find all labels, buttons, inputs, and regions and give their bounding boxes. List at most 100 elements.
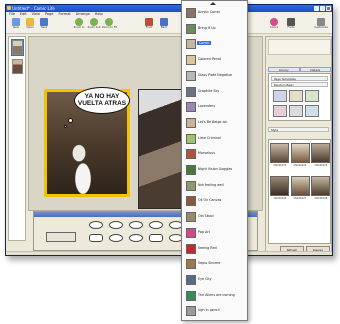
filter-preview-icon	[186, 70, 196, 81]
zoom-fit-label: Zoom to Fit	[102, 26, 117, 29]
filter-preview-icon	[186, 133, 196, 144]
new-label: New	[13, 26, 19, 29]
filter-menu-label: Glass Plate Negative	[198, 72, 233, 77]
template-dropdown[interactable]: Random Basic	[271, 82, 328, 87]
tab-details[interactable]: Details	[299, 67, 331, 72]
lettering-style[interactable]	[46, 232, 76, 242]
filter-menu-item[interactable]: Comic	[184, 38, 246, 55]
back-button[interactable]: Back	[157, 18, 171, 33]
filter-menu-label: Not feeling well	[198, 182, 224, 187]
template-swatch[interactable]	[273, 105, 287, 117]
new-button[interactable]: New	[9, 18, 23, 33]
template-swatch[interactable]	[305, 90, 319, 102]
title-bar[interactable]: Untitled* - Comic Life	[6, 5, 332, 12]
new-document-icon	[12, 18, 20, 26]
bubble-tail	[68, 118, 73, 123]
filter-menu-item[interactable]: Acrylic Comic	[184, 7, 246, 24]
filter-menu-label: Lavenders	[198, 104, 216, 109]
colors-button[interactable]: Colors	[267, 18, 281, 33]
zoom-out-label: Zoom Out	[87, 26, 101, 29]
filter-menu-item[interactable]: Lime Criminal	[184, 133, 246, 150]
zoom-out-button[interactable]: Zoom Out	[87, 18, 101, 33]
balloon-shape[interactable]	[109, 221, 123, 229]
back-label: Back	[160, 26, 168, 29]
filter-menu-item[interactable]: Sepia Sincere	[184, 258, 246, 275]
photo-thumbnail[interactable]	[270, 176, 289, 196]
filter-preview-icon	[186, 180, 196, 191]
filter-menu-item[interactable]: Night Vision Goggles	[184, 164, 246, 181]
filter-preview-icon	[186, 243, 196, 254]
filter-menu-label: Old Skool	[198, 214, 214, 219]
filter-menu-label: Oil On Canvas	[198, 198, 222, 203]
maximize-icon[interactable]	[320, 6, 325, 11]
app-logo-icon	[7, 6, 11, 10]
filter-menu-item[interactable]: Ugh in pencil	[184, 305, 246, 320]
page-thumbnail[interactable]	[12, 59, 23, 74]
minimize-icon[interactable]	[314, 6, 319, 11]
template-swatch[interactable]	[273, 90, 287, 102]
filter-preview-icon	[186, 212, 196, 223]
filter-menu-item[interactable]: Let's Be Beige-ish	[184, 117, 246, 134]
filter-preview-icon	[186, 274, 196, 285]
save-button[interactable]: Save	[37, 18, 51, 33]
filter-menu-item[interactable]: Eye City	[184, 274, 246, 291]
filter-menu-label: Colored Pencil	[198, 57, 222, 62]
filter-menu-item[interactable]: Lavenders	[184, 101, 246, 118]
status-bar	[6, 251, 332, 255]
filter-menu-item[interactable]: Marvelous	[184, 148, 246, 165]
scroll-up-icon[interactable]	[210, 2, 216, 5]
photo-thumbnail[interactable]	[291, 143, 310, 163]
template-swatch[interactable]	[289, 105, 303, 117]
front-button[interactable]: Front	[142, 18, 156, 33]
photo-thumbnail[interactable]	[291, 176, 310, 196]
photo-label: DSC00123	[273, 164, 287, 167]
filter-menu-item[interactable]: Bring It Up	[184, 23, 246, 40]
speech-bubble[interactable]: YA NO HAY VUELTA ATRAS	[74, 87, 130, 114]
filter-menu-item[interactable]: Oil On Canvas	[184, 195, 246, 212]
balloon-shape[interactable]	[129, 221, 143, 229]
photo-thumbnail[interactable]	[311, 143, 330, 163]
photo-thumbnail[interactable]	[270, 143, 289, 163]
customize-label: Customize	[314, 26, 328, 29]
filter-dropdown-menu: Acrylic Comic Bring It Up Comic Colored Pen…	[181, 0, 248, 321]
filter-menu-item[interactable]: Not feeling well	[184, 180, 246, 197]
zoom-fit-button[interactable]: Zoom to Fit	[102, 18, 117, 33]
filter-preview-icon	[186, 86, 196, 97]
balloon-shape[interactable]	[129, 234, 143, 242]
filter-preview-icon	[186, 306, 196, 317]
page-thumbnail-strip	[8, 36, 26, 241]
balloon-shape[interactable]	[109, 234, 123, 242]
filter-preview-icon	[186, 117, 196, 128]
balloon-shape[interactable]	[149, 234, 163, 242]
photo-thumbnail[interactable]	[311, 176, 330, 196]
filter-menu-item[interactable]: The Aliens are coming	[184, 290, 246, 307]
template-swatch[interactable]	[305, 105, 319, 117]
template-swatch[interactable]	[289, 90, 303, 102]
page-thumbnail[interactable]	[11, 39, 24, 56]
tab-library[interactable]: Library	[268, 67, 300, 72]
filter-menu-item[interactable]: Colored Pencil	[184, 54, 246, 71]
fonts-button[interactable]: Fonts	[284, 18, 298, 33]
customize-button[interactable]: Customize	[314, 18, 328, 33]
filter-menu-item[interactable]: Graphite Sky	[184, 86, 246, 103]
photo-library: DSC00123 DSC00124 DSC00125 DSC00126 DSC0…	[268, 139, 331, 244]
filter-preview-icon	[186, 165, 196, 175]
balloon-shape[interactable]	[89, 234, 103, 242]
filter-preview-icon	[186, 55, 196, 66]
open-button[interactable]: Open	[23, 18, 37, 33]
right-panel: Library Details Page Templates Random Ba…	[265, 36, 332, 254]
zoom-in-button[interactable]: Zoom In	[72, 18, 86, 33]
filter-menu-item[interactable]: Glass Plate Negative	[184, 70, 246, 87]
zoom-in-icon	[75, 18, 83, 26]
zoom-in-label: Zoom In	[73, 26, 85, 29]
filter-menu-label: Comic	[197, 41, 212, 46]
filter-menu-item[interactable]: Old Skool	[184, 211, 246, 228]
style-dropdown[interactable]: Style	[268, 127, 329, 132]
colors-icon	[270, 18, 278, 26]
balloon-shape[interactable]	[89, 221, 103, 229]
balloon-shape[interactable]	[149, 221, 163, 229]
filter-menu-item[interactable]: Seeing Red	[184, 243, 246, 260]
close-icon[interactable]	[326, 6, 331, 11]
filter-preview-icon	[186, 102, 196, 113]
filter-menu-item[interactable]: Pop Art	[184, 227, 246, 244]
